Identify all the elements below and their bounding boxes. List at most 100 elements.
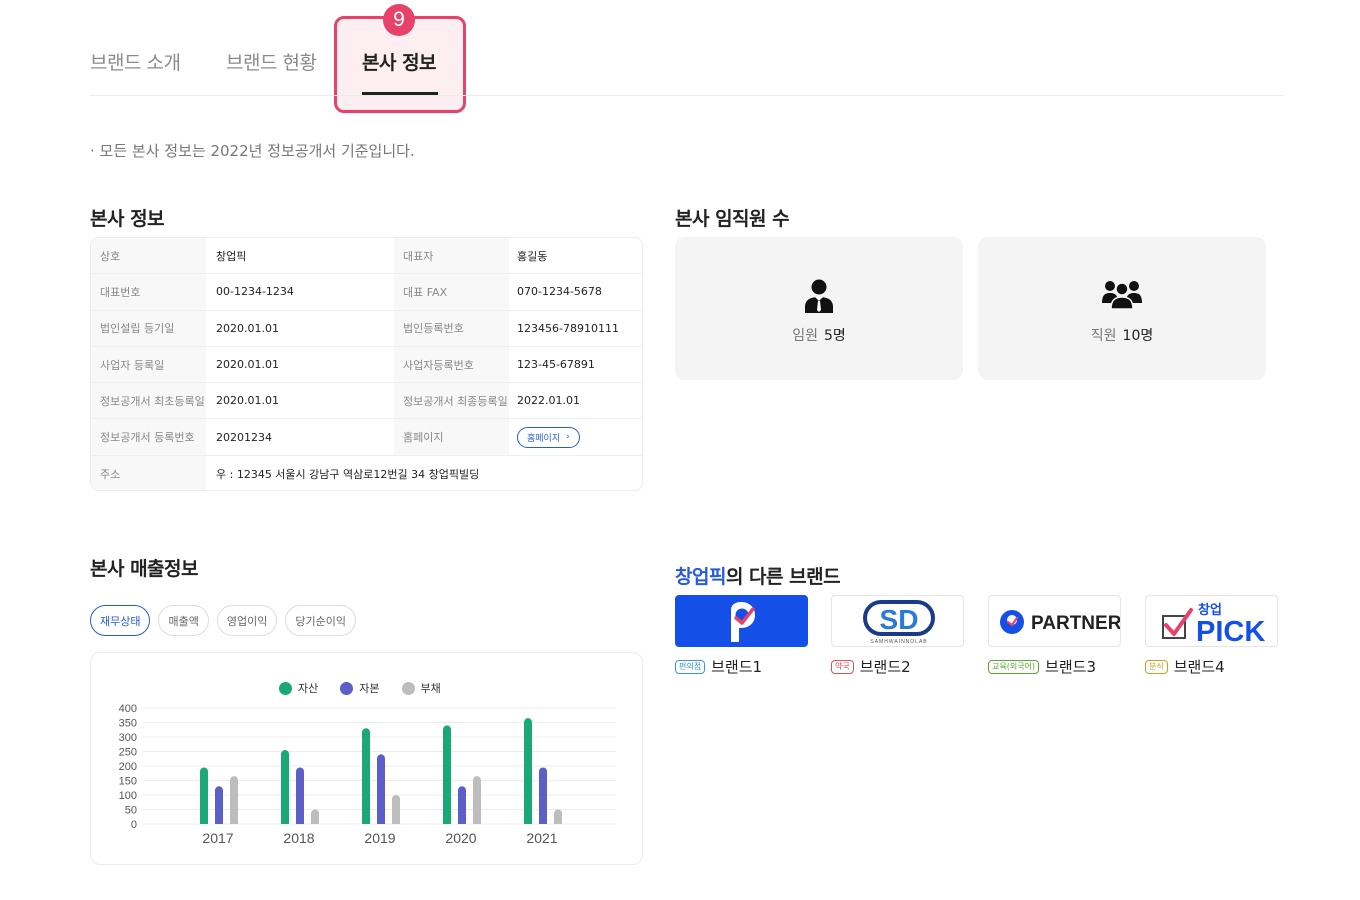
- chart-bar-자산-2019[interactable]: [362, 728, 370, 824]
- brand4-logo-icon: 창업 PICK: [1162, 602, 1265, 646]
- people-group-icon: [1102, 279, 1142, 313]
- chart-bar-base: [281, 820, 289, 824]
- filter-chip-operating-profit[interactable]: 영업이익: [216, 605, 278, 636]
- chart-bar-base: [524, 820, 532, 824]
- brand-name: 브랜드4: [1173, 658, 1225, 676]
- cell-value: 2020.01.01: [216, 321, 279, 335]
- other-brands-title-rest: 의 다른 브랜드: [725, 566, 841, 588]
- cell-label: 정보공개서 등록번호: [91, 419, 206, 455]
- cell-value: 2022.01.01: [517, 394, 580, 408]
- brand-name: 브랜드2: [859, 658, 911, 676]
- tab-brand-intro[interactable]: 브랜드 소개: [90, 48, 181, 75]
- chart-bar-자산-2020[interactable]: [443, 725, 451, 824]
- staff-count: 직원 10명: [978, 325, 1266, 345]
- chart-bar-자산-2021[interactable]: [524, 718, 532, 824]
- notice-text: · 모든 본사 정보는 2022년 정보공개서 기준입니다.: [90, 142, 415, 160]
- y-tick-label: 100: [119, 790, 137, 802]
- cell-value: 123456-78910111: [517, 321, 619, 335]
- chevron-right-icon: ›: [566, 432, 570, 443]
- x-tick-label: 2020: [445, 830, 476, 846]
- table-row: 사업자 등록일 2020.01.01 사업자등록번호 123-45-67891: [91, 346, 642, 384]
- brand2-logo-text: SD: [880, 604, 919, 635]
- person-suit-icon: [804, 279, 834, 317]
- cell-label: 정보공개서 최초등록일: [91, 383, 206, 419]
- cell-value: 00-1234-1234: [216, 285, 294, 299]
- cell-value: 20201234: [216, 430, 272, 444]
- chart-bar-base: [554, 820, 562, 824]
- cell-value: 창업픽: [216, 249, 247, 263]
- brand-card-4[interactable]: 창업 PICK: [1145, 595, 1278, 647]
- chart-bar-자본-2019[interactable]: [377, 754, 385, 824]
- cell-value: 홍길동: [517, 249, 548, 263]
- cell-value: 123-45-67891: [517, 358, 595, 372]
- brand2-logo-icon: SD SAMHWAINNOLAB: [863, 600, 935, 645]
- tab-hq-info[interactable]: 본사 정보: [362, 48, 437, 75]
- y-tick-label: 200: [119, 761, 137, 773]
- filter-chip-revenue[interactable]: 매출액: [158, 605, 209, 636]
- executives-count: 임원 5명: [675, 325, 963, 345]
- hq-info-table: 상호 창업픽 대표자 홍길동 대표번호 00-1234-1234 대표 FAX …: [90, 237, 643, 491]
- x-tick-label: 2018: [283, 830, 314, 846]
- chart-bar-자본-2018[interactable]: [296, 767, 304, 824]
- table-row: 정보공개서 등록번호 20201234 홈페이지 홈페이지 ›: [91, 419, 642, 456]
- cell-value: 홈페이지 ›: [509, 419, 642, 454]
- employees-title: 본사 임직원 수: [675, 208, 790, 230]
- cell-value: 2020.01.01: [216, 358, 279, 372]
- brand-label-4[interactable]: 분식 브랜드4: [1145, 656, 1225, 677]
- hq-info-title: 본사 정보: [90, 208, 165, 230]
- brand-label-2[interactable]: 약국 브랜드2: [831, 656, 911, 677]
- brand-card-3[interactable]: PARTNER: [988, 595, 1121, 647]
- y-tick-label: 0: [131, 819, 137, 831]
- filter-chip-net-income[interactable]: 당기순이익: [285, 605, 356, 636]
- staff-label: 직원: [1090, 328, 1117, 344]
- cell-label: 법인설립 등기일: [91, 310, 206, 346]
- brand-name-highlight: 창업픽: [675, 566, 726, 588]
- financial-chart: 자산 자본 부채 0 50 100 150 200 250 300 350 400 2017 201…: [90, 652, 643, 865]
- brand2-logo-subtext: SAMHWAINNOLAB: [870, 639, 927, 645]
- brand-card-1[interactable]: [675, 595, 808, 647]
- chart-bar-자산-2018[interactable]: [281, 750, 289, 824]
- chart-bar-자본-2017[interactable]: [215, 786, 223, 824]
- cell-label: 대표 FAX: [394, 274, 509, 310]
- staff-value: 10명: [1122, 328, 1154, 344]
- table-row: 상호 창업픽 대표자 홍길동: [91, 238, 642, 275]
- staff-card: 직원 10명: [978, 237, 1266, 380]
- x-tick-label: 2021: [526, 830, 557, 846]
- chart-bar-자산-2017[interactable]: [200, 767, 208, 824]
- table-row: 대표번호 00-1234-1234 대표 FAX 070-1234-5678: [91, 274, 642, 311]
- cell-label: 홈페이지: [394, 419, 509, 455]
- brand-label-1[interactable]: 편의점 브랜드1: [675, 656, 762, 677]
- brand-card-2[interactable]: SD SAMHWAINNOLAB: [831, 595, 964, 647]
- executives-card: 임원 5명: [675, 237, 963, 380]
- chart-bar-자본-2021[interactable]: [539, 767, 547, 824]
- chart-bar-base: [296, 820, 304, 824]
- cell-label: 대표자: [394, 238, 509, 274]
- y-tick-label: 300: [119, 732, 137, 744]
- brand-category-tag: 교육(외국어): [988, 659, 1040, 674]
- y-tick-label: 400: [119, 703, 137, 715]
- brand-category-tag: 편의점: [675, 659, 706, 674]
- brand3-logo-icon: PARTNER: [1000, 610, 1120, 634]
- chart-bar-부채-2020[interactable]: [473, 776, 481, 824]
- chart-bar-base: [458, 820, 466, 824]
- table-row: 주소 우 : 12345 서울시 강남구 역삼로12번길 34 창업픽빌딩: [91, 455, 642, 490]
- cell-label: 주소: [91, 455, 206, 490]
- chart-bar-부채-2019[interactable]: [392, 795, 400, 824]
- brand1-logo-icon: [731, 602, 755, 642]
- table-row: 정보공개서 최초등록일 2020.01.01 정보공개서 최종등록일 2022.…: [91, 383, 642, 420]
- chart-bar-base: [392, 820, 400, 824]
- filter-chip-financial-status[interactable]: 재무상태: [90, 605, 151, 636]
- executives-value: 5명: [823, 328, 846, 344]
- chart-bar-부채-2017[interactable]: [230, 776, 238, 824]
- chart-bar-자본-2020[interactable]: [458, 786, 466, 824]
- cell-label: 사업자등록번호: [394, 346, 509, 383]
- brand-category-tag: 약국: [831, 659, 854, 674]
- cell-value: 2020.01.01: [216, 394, 279, 408]
- tab-brand-status[interactable]: 브랜드 현황: [226, 48, 317, 75]
- executives-label: 임원: [792, 328, 818, 344]
- chart-bar-base: [539, 820, 547, 824]
- brand-label-3[interactable]: 교육(외국어) 브랜드3: [988, 656, 1096, 677]
- homepage-button[interactable]: 홈페이지 ›: [517, 426, 580, 448]
- chart-bar-base: [215, 820, 223, 824]
- x-tick-label: 2017: [202, 830, 233, 846]
